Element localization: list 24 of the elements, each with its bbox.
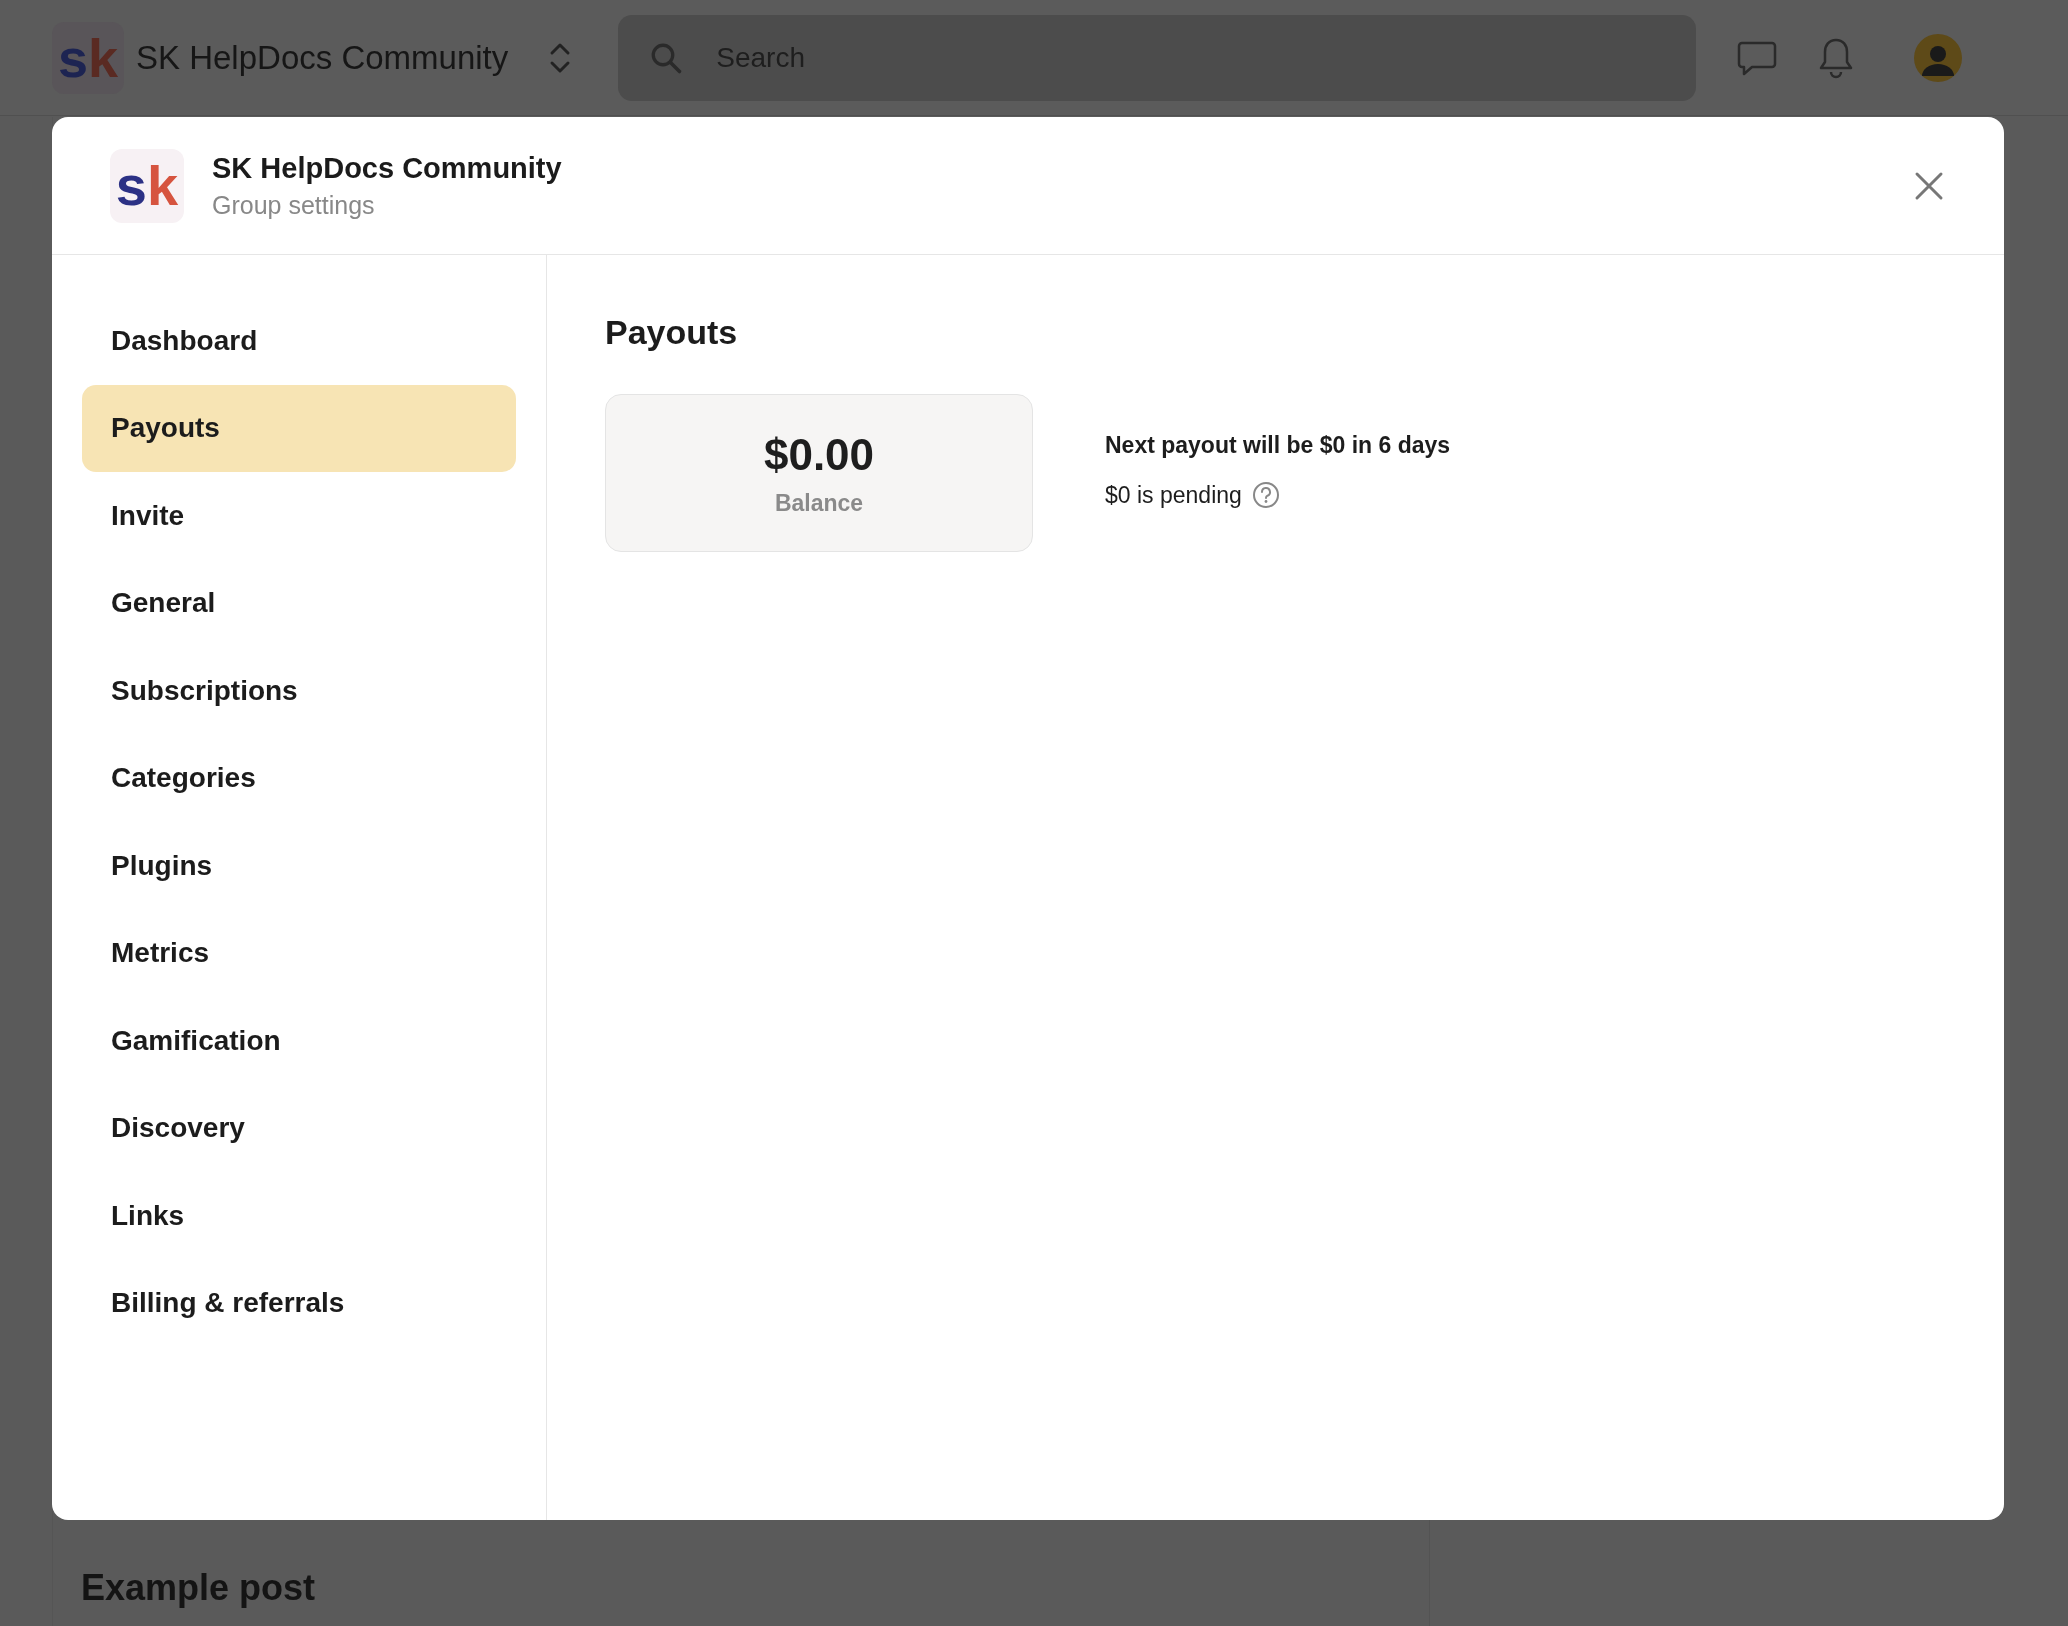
nav-item[interactable]: Gamification (82, 997, 516, 1085)
avatar-icon[interactable] (1914, 33, 1963, 82)
nav-item[interactable]: Payouts (82, 384, 516, 472)
modal-title: SK HelpDocs Community (212, 151, 562, 185)
modal-subtitle: Group settings (212, 190, 376, 220)
nav-item[interactable]: Categories (82, 734, 516, 822)
nav-item[interactable]: Subscriptions (82, 647, 516, 735)
nav-item[interactable]: Invite (82, 472, 516, 560)
balance-amount: $0.00 (763, 429, 875, 480)
nav-item[interactable]: Plugins (82, 822, 516, 910)
community-logo: sk (110, 148, 184, 223)
nav-item[interactable]: Links (82, 1172, 516, 1260)
post-title: Example post (81, 1567, 316, 1609)
next-payout-text: Next payout will be $0 in 6 days (1105, 432, 1451, 459)
nav-item[interactable]: Billing & referrals (82, 1259, 516, 1347)
nav-item[interactable]: Discovery (82, 1084, 516, 1172)
pending-text: $0 is pending (1105, 481, 1242, 509)
help-icon[interactable] (1251, 481, 1280, 509)
nav-item[interactable]: Metrics (82, 909, 516, 997)
nav-item[interactable]: Dashboard (82, 297, 516, 385)
nav-item[interactable]: General (82, 559, 516, 647)
page-heading: Payouts (605, 313, 739, 352)
close-icon[interactable] (1914, 170, 1944, 201)
balance-label: Balance (774, 489, 864, 517)
